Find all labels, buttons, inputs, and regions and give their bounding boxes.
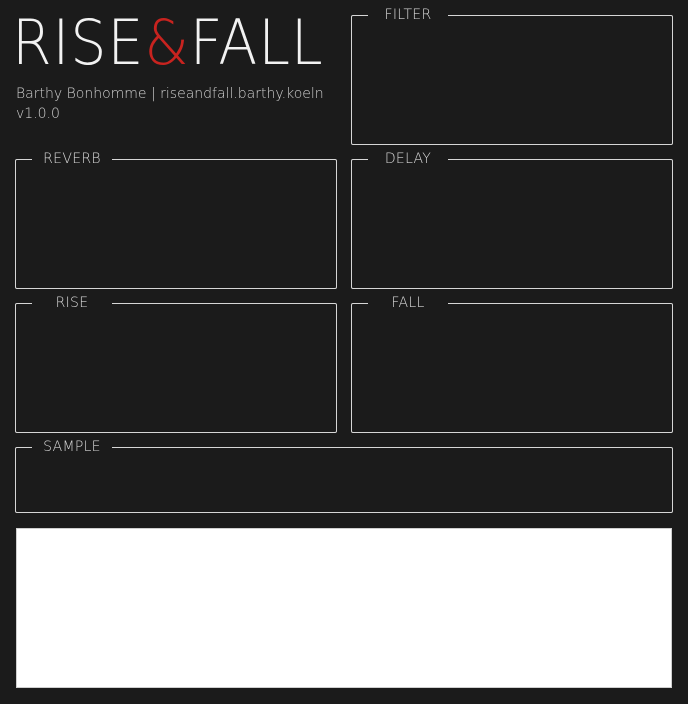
filter-panel-label: FILTER xyxy=(368,6,448,24)
author-line: Barthy Bonhomme | riseandfall.barthy.koe… xyxy=(16,86,324,102)
delay-panel: DELAY xyxy=(351,150,673,289)
title-rise: RISE xyxy=(12,6,145,79)
version-label: v1.0.0 xyxy=(16,106,60,122)
title-ampersand: & xyxy=(144,6,190,79)
sample-panel[interactable]: SAMPLE xyxy=(15,438,673,513)
fall-panel: FALL xyxy=(351,294,673,433)
reverb-panel: REVERB xyxy=(15,150,337,289)
rise-panel: RISE xyxy=(15,294,337,433)
rise-panel-label: RISE xyxy=(32,294,112,312)
delay-panel-label: DELAY xyxy=(368,150,448,168)
reverb-panel-label: REVERB xyxy=(32,150,112,168)
app-window: RISE&FALL Barthy Bonhomme | riseandfall.… xyxy=(0,0,688,704)
waveform-display[interactable] xyxy=(16,528,672,688)
filter-panel: FILTER xyxy=(351,6,673,145)
fall-panel-label: FALL xyxy=(368,294,448,312)
sample-panel-label: SAMPLE xyxy=(32,438,112,456)
title-fall: FALL xyxy=(189,6,324,79)
app-title: RISE&FALL xyxy=(12,10,324,76)
